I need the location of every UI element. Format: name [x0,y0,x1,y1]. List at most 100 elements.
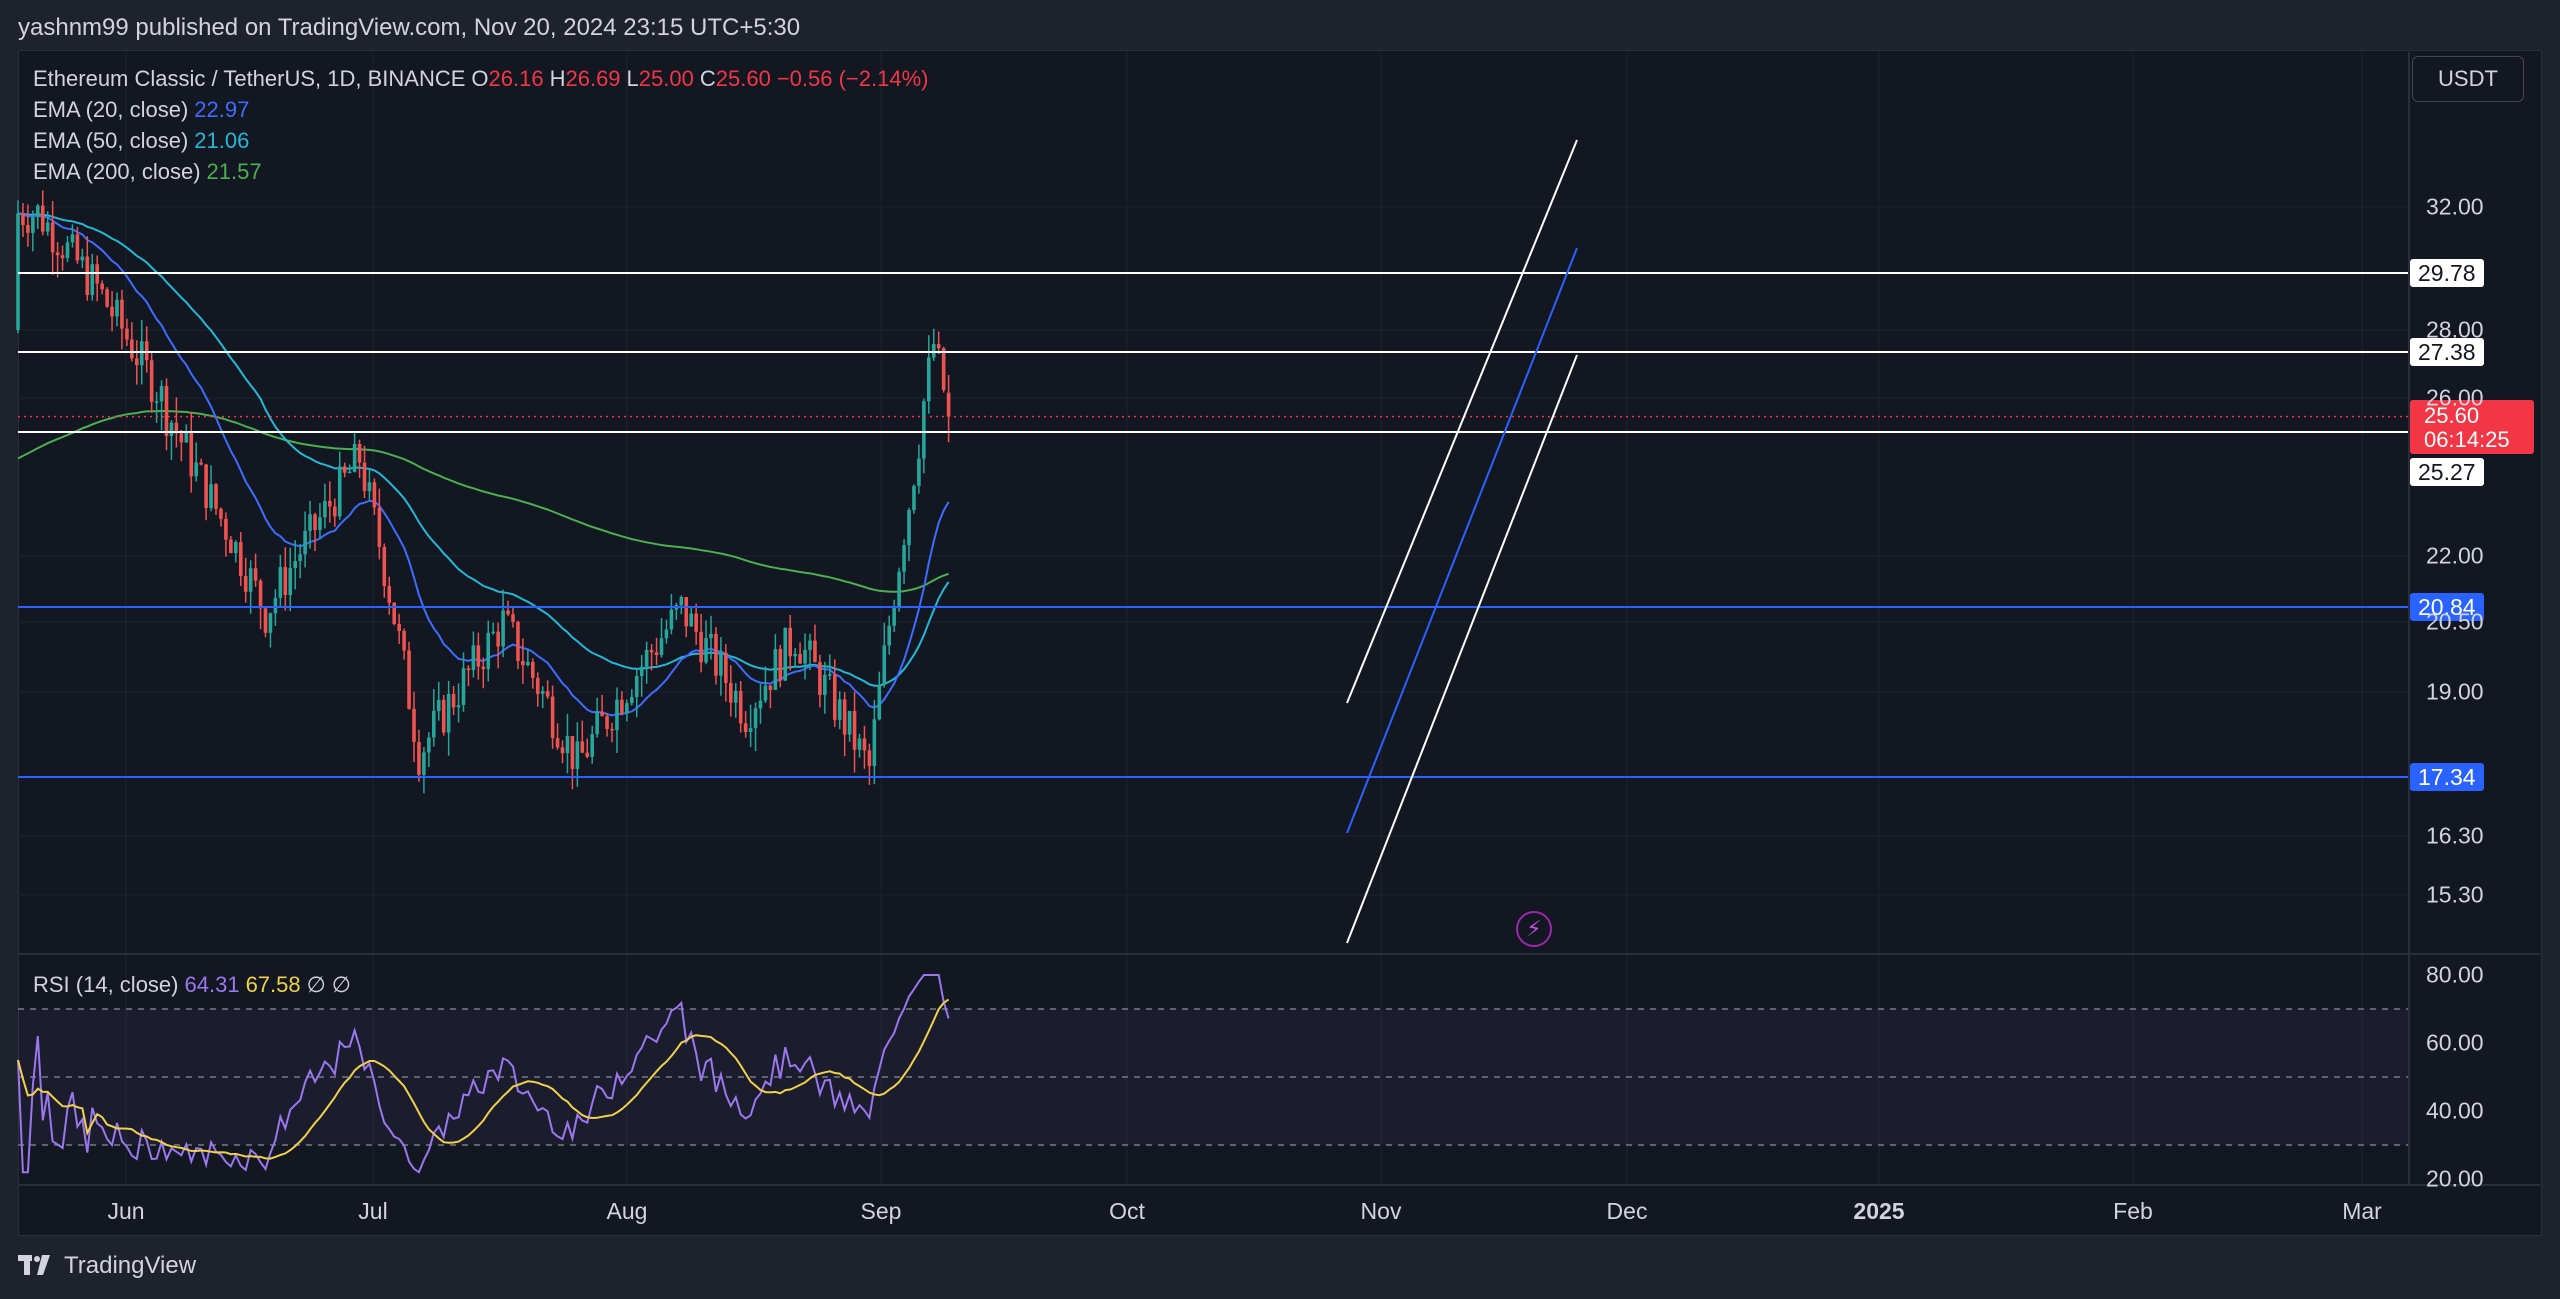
candle-body [441,699,446,733]
candle-body [486,632,491,670]
candle-body [773,649,778,690]
candle-body [362,462,367,492]
candle-body [857,738,862,750]
candle-body [342,466,347,473]
ema200-line [17,409,949,593]
candle-body [456,705,461,708]
candle-body [902,545,906,572]
candle-body [837,699,842,720]
rsi-na-2: ∅ [331,972,351,997]
x-tick-label: 2025 [1853,1198,1905,1224]
candle-body [922,401,926,459]
rsi-tick-label: 80.00 [2426,961,2484,988]
ema200-value: 21.57 [206,159,262,184]
tradingview-logo[interactable]: TradingView [18,1252,196,1280]
candle-body [115,299,119,317]
candle-body [105,289,109,307]
rsi-na-1: ∅ [306,972,326,997]
candle-body [382,546,387,587]
candle-body [852,710,857,750]
ema200-path [17,409,949,593]
y-tick-label: 16.30 [2426,822,2484,849]
rsi-legend[interactable]: RSI (14, close) 64.31 67.58 ∅ ∅ [33,972,357,998]
y-tick-label: 15.30 [2426,881,2484,908]
candle-body [293,561,297,569]
candle-body [194,462,198,477]
symbol-name: Ethereum Classic / TetherUS, 1D, BINANCE [33,66,466,91]
candle-body [352,443,357,472]
candle-body [476,645,481,667]
candle-body [679,597,684,606]
x-tick-label: Feb [2113,1198,2153,1224]
chart-canvas[interactable] [0,0,2560,1299]
candle-body [580,741,585,753]
candle-body [634,675,639,697]
ema50-path [17,212,950,687]
y-tick-label: 32.00 [2426,193,2484,220]
candle-body [931,344,936,358]
candle-body [422,752,426,775]
candle-body [545,691,550,697]
candle-body [75,234,80,261]
candle-body [808,640,812,650]
candle-body [684,597,689,627]
x-tick-label: Aug [606,1198,648,1224]
low-value: 25.00 [638,66,694,91]
candle-body [139,341,144,366]
candle-body [481,666,486,670]
high-label: H [549,66,566,91]
y-tick-label: 22.00 [2426,542,2484,569]
candle-body [724,652,728,683]
candle-body [238,542,243,576]
candle-body [664,629,669,639]
symbol-legend[interactable]: Ethereum Classic / TetherUS, 1D, BINANCE… [33,66,934,92]
candle-body [337,466,342,517]
candle-body [417,741,421,775]
candle-body [689,613,693,627]
candle-body [709,633,713,639]
ema50-legend[interactable]: EMA (50, close) 21.06 [33,128,255,154]
candle-body [184,431,189,443]
ema20-legend[interactable]: EMA (20, close) 22.97 [33,97,255,123]
candle-body [288,568,293,596]
candle-body [278,567,283,598]
candle-body [719,652,723,676]
candle-body [328,500,332,507]
candle-body [570,736,575,769]
ema20-label: EMA (20, close) [33,97,189,122]
candle-body [85,256,90,296]
ema200-legend[interactable]: EMA (200, close) 21.57 [33,159,268,185]
candle-body [917,458,921,486]
candle-body [36,205,40,218]
currency-button[interactable]: USDT [2412,56,2524,102]
x-tick-label: Nov [1360,1198,1402,1224]
candle-body [164,386,169,437]
candle-body [763,685,768,701]
candle-body [308,514,312,531]
candle-body [882,645,887,685]
brand-text: TradingView [64,1252,197,1279]
x-tick-label: Mar [2342,1198,2382,1224]
candle-body [654,652,659,655]
candle-body [100,283,104,290]
tradingview-logo-icon [18,1255,50,1275]
candle-body [625,703,629,714]
ema20-line [17,212,950,717]
candle-body [605,716,609,729]
lightning-icon[interactable]: ⚡ [1516,911,1552,947]
x-tick-label: Dec [1606,1198,1648,1224]
candle-body [169,422,174,437]
candle-body [748,728,753,732]
candle-body [506,610,510,615]
ema50-line [17,212,950,687]
candle-body [377,507,382,547]
candle-body [318,517,322,531]
candle-body [313,514,317,531]
candle-body [639,666,644,676]
close-label: C [699,66,716,91]
candle-body [144,341,149,361]
candle-body [154,401,159,403]
candle-body [892,608,896,626]
candle-body [243,575,248,592]
high-value: 26.69 [565,66,621,91]
